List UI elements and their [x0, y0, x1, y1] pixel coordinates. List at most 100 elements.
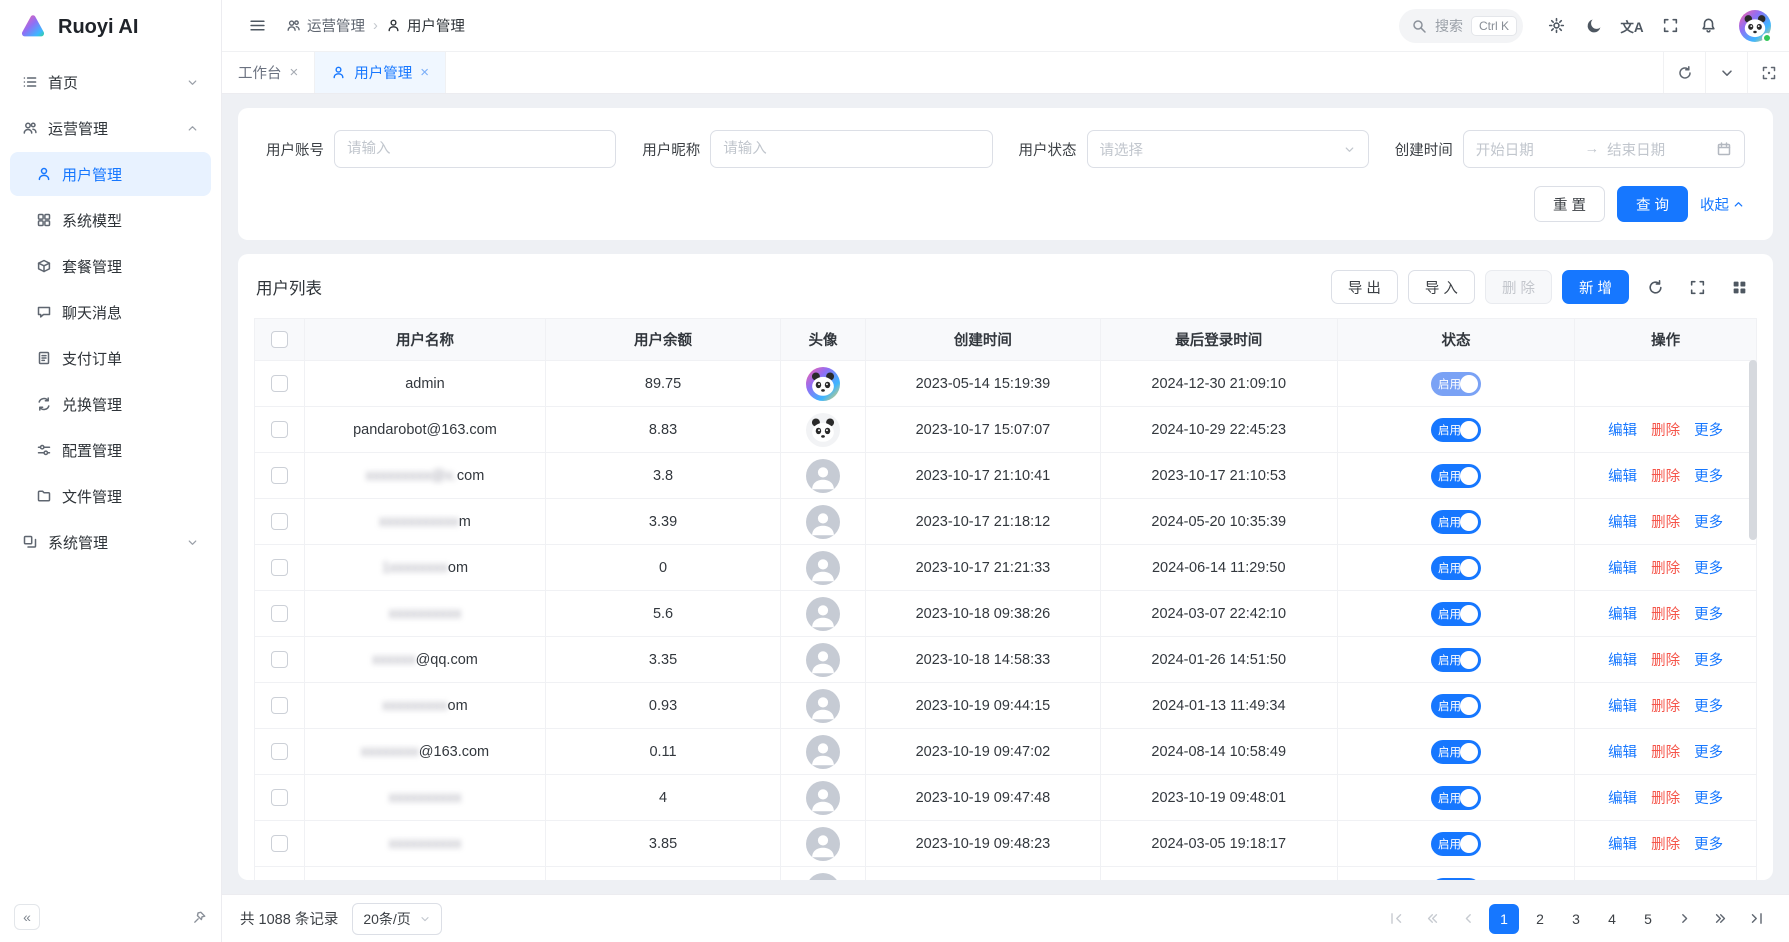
jump-back-button[interactable] [1417, 904, 1447, 934]
more-link[interactable]: 更多 [1694, 469, 1723, 485]
delete-button[interactable]: 删 除 [1485, 270, 1552, 304]
status-toggle[interactable]: 启用 [1431, 832, 1481, 856]
more-link[interactable]: 更多 [1694, 699, 1723, 715]
delete-link[interactable]: 删除 [1651, 791, 1680, 807]
sidebar-item-home[interactable]: 首页 [10, 60, 211, 104]
prev-page-button[interactable] [1453, 904, 1483, 934]
status-toggle[interactable]: 启用 [1431, 648, 1481, 672]
close-icon[interactable]: × [290, 65, 299, 80]
more-link[interactable]: 更多 [1694, 515, 1723, 531]
pin-icon[interactable] [192, 910, 207, 925]
more-link[interactable]: 更多 [1694, 791, 1723, 807]
app-logo[interactable]: Ruoyi AI [0, 0, 221, 54]
status-toggle[interactable]: 启用 [1431, 878, 1481, 881]
delete-link[interactable]: 删除 [1651, 745, 1680, 761]
row-checkbox[interactable] [271, 743, 288, 760]
sidebar-item-operations[interactable]: 运营管理 [10, 106, 211, 150]
edit-link[interactable]: 编辑 [1608, 469, 1637, 485]
sidebar-item-messages[interactable]: 聊天消息 [10, 290, 211, 334]
row-checkbox[interactable] [271, 559, 288, 576]
more-link[interactable]: 更多 [1694, 745, 1723, 761]
select-all-checkbox[interactable] [271, 331, 288, 348]
hamburger-menu-icon[interactable] [240, 9, 274, 43]
edit-link[interactable]: 编辑 [1608, 561, 1637, 577]
table-fullscreen-icon[interactable] [1681, 271, 1713, 303]
scrollbar-thumb[interactable] [1749, 360, 1757, 540]
maximize-content-icon[interactable] [1747, 52, 1789, 93]
row-checkbox[interactable] [271, 421, 288, 438]
edit-link[interactable]: 编辑 [1608, 745, 1637, 761]
account-input[interactable] [334, 130, 616, 168]
sidebar-item-packages[interactable]: 套餐管理 [10, 244, 211, 288]
delete-link[interactable]: 删除 [1651, 699, 1680, 715]
next-page-button[interactable] [1669, 904, 1699, 934]
edit-link[interactable]: 编辑 [1608, 607, 1637, 623]
edit-link[interactable]: 编辑 [1608, 423, 1637, 439]
import-button[interactable]: 导 入 [1408, 270, 1475, 304]
status-toggle[interactable]: 启用 [1431, 694, 1481, 718]
row-checkbox[interactable] [271, 651, 288, 668]
settings-gear-icon[interactable] [1539, 9, 1573, 43]
notification-bell-icon[interactable] [1691, 9, 1725, 43]
query-button[interactable]: 查 询 [1617, 186, 1688, 222]
status-toggle[interactable]: 启用 [1431, 556, 1481, 580]
column-settings-icon[interactable] [1723, 271, 1755, 303]
status-toggle[interactable]: 启用 [1431, 786, 1481, 810]
row-checkbox[interactable] [271, 789, 288, 806]
collapse-sidebar-button[interactable]: « [14, 904, 40, 930]
reset-button[interactable]: 重 置 [1534, 186, 1605, 222]
status-toggle[interactable]: 启用 [1431, 510, 1481, 534]
first-page-button[interactable] [1381, 904, 1411, 934]
add-button[interactable]: 新 增 [1562, 270, 1629, 304]
vertical-scrollbar[interactable] [1749, 360, 1757, 880]
delete-link[interactable]: 删除 [1651, 607, 1680, 623]
status-toggle[interactable]: 启用 [1431, 740, 1481, 764]
more-link[interactable]: 更多 [1694, 561, 1723, 577]
status-select[interactable]: 请选择 [1087, 130, 1369, 168]
delete-link[interactable]: 删除 [1651, 469, 1680, 485]
more-link[interactable]: 更多 [1694, 653, 1723, 669]
more-link[interactable]: 更多 [1694, 607, 1723, 623]
language-icon[interactable]: 文A [1615, 9, 1649, 43]
created-date-range-picker[interactable]: 开始日期 → 结束日期 [1463, 130, 1745, 168]
more-link[interactable]: 更多 [1694, 423, 1723, 439]
delete-link[interactable]: 删除 [1651, 515, 1680, 531]
row-checkbox[interactable] [271, 697, 288, 714]
sidebar-item-pay-orders[interactable]: 支付订单 [10, 336, 211, 380]
row-checkbox[interactable] [271, 513, 288, 530]
fullscreen-icon[interactable] [1653, 9, 1687, 43]
delete-link[interactable]: 删除 [1651, 837, 1680, 853]
status-toggle[interactable]: 启用 [1431, 418, 1481, 442]
tab-workbench[interactable]: 工作台 × [222, 52, 315, 93]
sidebar-item-files[interactable]: 文件管理 [10, 474, 211, 518]
delete-link[interactable]: 删除 [1651, 423, 1680, 439]
close-icon[interactable]: × [420, 65, 429, 80]
row-checkbox[interactable] [271, 467, 288, 484]
breadcrumb-operations[interactable]: 运营管理 [286, 15, 365, 36]
row-checkbox[interactable] [271, 835, 288, 852]
sidebar-item-models[interactable]: 系统模型 [10, 198, 211, 242]
edit-link[interactable]: 编辑 [1608, 699, 1637, 715]
page-button-3[interactable]: 3 [1561, 904, 1591, 934]
edit-link[interactable]: 编辑 [1608, 515, 1637, 531]
page-button-2[interactable]: 2 [1525, 904, 1555, 934]
dark-mode-moon-icon[interactable] [1577, 9, 1611, 43]
page-button-1[interactable]: 1 [1489, 904, 1519, 934]
export-button[interactable]: 导 出 [1331, 270, 1398, 304]
sidebar-item-config[interactable]: 配置管理 [10, 428, 211, 472]
row-checkbox[interactable] [271, 605, 288, 622]
edit-link[interactable]: 编辑 [1608, 791, 1637, 807]
last-page-button[interactable] [1741, 904, 1771, 934]
delete-link[interactable]: 删除 [1651, 653, 1680, 669]
refresh-icon[interactable] [1639, 271, 1671, 303]
edit-link[interactable]: 编辑 [1608, 653, 1637, 669]
more-link[interactable]: 更多 [1694, 837, 1723, 853]
sidebar-item-users[interactable]: 用户管理 [10, 152, 211, 196]
jump-forward-button[interactable] [1705, 904, 1735, 934]
sidebar-item-system[interactable]: 系统管理 [10, 520, 211, 564]
tab-user-management[interactable]: 用户管理 × [315, 52, 446, 93]
delete-link[interactable]: 删除 [1651, 561, 1680, 577]
breadcrumb-user-management[interactable]: 用户管理 [386, 15, 465, 36]
status-toggle[interactable]: 启用 [1431, 602, 1481, 626]
sidebar-item-redeem[interactable]: 兑换管理 [10, 382, 211, 426]
